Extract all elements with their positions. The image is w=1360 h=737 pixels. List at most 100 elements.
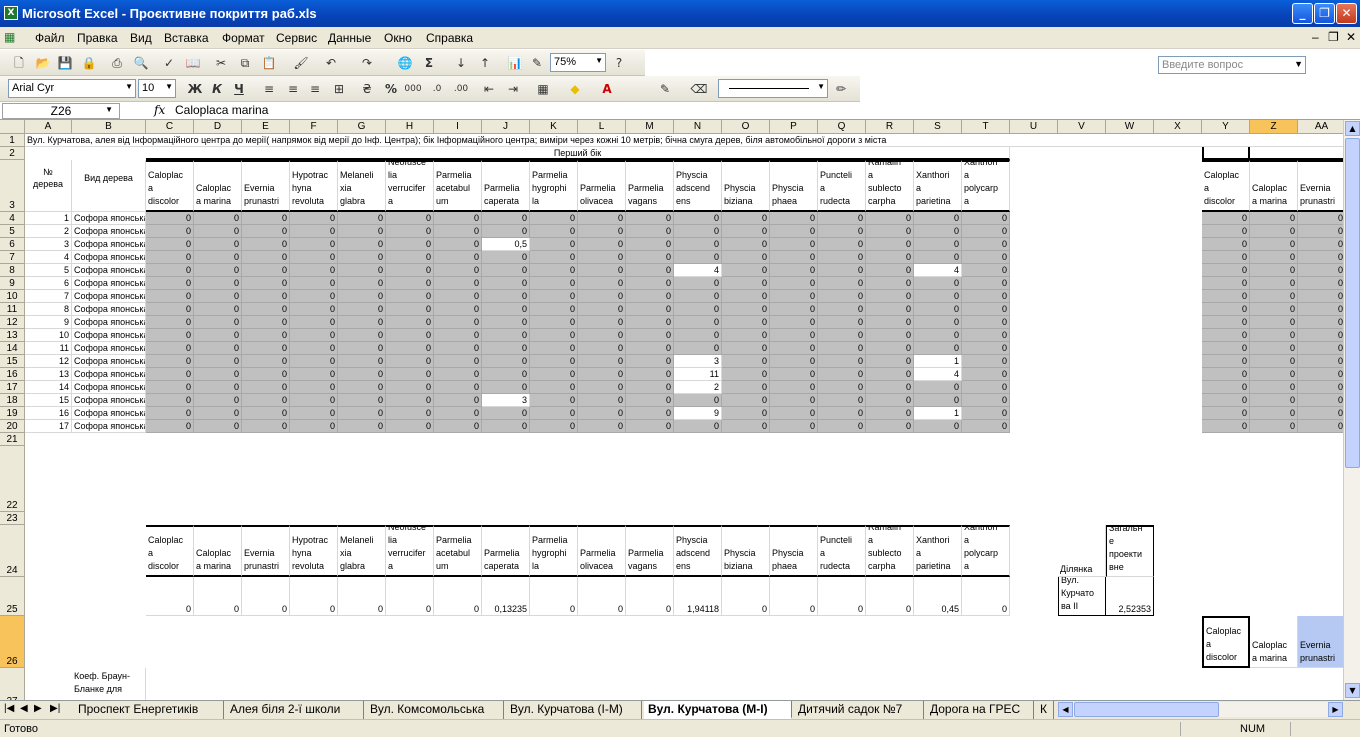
value-cell[interactable]: 0 xyxy=(818,355,866,368)
empty-cell[interactable] xyxy=(1250,147,1343,160)
value-cell[interactable]: 0 xyxy=(1298,368,1343,381)
value-cell[interactable]: 0 xyxy=(434,290,482,303)
value-cell[interactable]: 0 xyxy=(290,290,338,303)
value-cell[interactable]: 0 xyxy=(722,329,770,342)
value-cell[interactable]: 0 xyxy=(626,251,674,264)
value-cell[interactable]: 0 xyxy=(482,290,530,303)
horizontal-scroll-thumb[interactable] xyxy=(1074,702,1219,717)
species-header-cell[interactable]: Parmelia caperata xyxy=(482,525,530,577)
value-cell[interactable]: 0 xyxy=(674,238,722,251)
menu-help[interactable]: Справка xyxy=(426,31,473,45)
value-cell[interactable]: 0 xyxy=(866,264,914,277)
save-icon[interactable]: 💾 xyxy=(56,54,74,72)
value-cell[interactable]: 0 xyxy=(290,368,338,381)
underline-button[interactable]: Ч xyxy=(230,80,248,98)
value-cell[interactable]: 0 xyxy=(914,290,962,303)
value-cell[interactable]: 0 xyxy=(1202,329,1250,342)
value-cell[interactable]: 0 xyxy=(866,277,914,290)
row-header[interactable]: 3 xyxy=(0,160,25,212)
value-cell[interactable]: 3 xyxy=(674,355,722,368)
value-cell[interactable]: 0 xyxy=(1250,355,1298,368)
total-cover-header-cell[interactable]: Загальн е проекти вне xyxy=(1106,525,1154,577)
value-cell[interactable]: 0 xyxy=(866,290,914,303)
value-cell[interactable]: 0 xyxy=(194,420,242,433)
value-cell[interactable]: 0 xyxy=(914,277,962,290)
tree-number-cell[interactable]: 12 xyxy=(25,355,72,368)
value-cell[interactable]: 0 xyxy=(722,290,770,303)
line-color-icon[interactable]: ✏ xyxy=(832,80,850,98)
value-cell[interactable]: 0 xyxy=(962,212,1010,225)
eraser-icon[interactable]: ⌫ xyxy=(690,80,708,98)
column-header[interactable]: V xyxy=(1058,120,1106,134)
value-cell[interactable]: 0 xyxy=(290,212,338,225)
sheet-tab[interactable]: Дитячий садок №7 xyxy=(794,701,924,719)
undo-icon[interactable]: ↶ xyxy=(322,54,340,72)
average-value-cell[interactable]: 0 xyxy=(194,577,242,616)
value-cell[interactable]: 0 xyxy=(1250,329,1298,342)
value-cell[interactable]: 0 xyxy=(338,368,386,381)
value-cell[interactable]: 0 xyxy=(914,329,962,342)
value-cell[interactable]: 0 xyxy=(818,290,866,303)
value-cell[interactable]: 0 xyxy=(962,329,1010,342)
row-header[interactable]: 20 xyxy=(0,420,25,433)
species-header-cell[interactable]: Physcia adscend ens xyxy=(674,160,722,212)
value-cell[interactable]: 9 xyxy=(674,407,722,420)
vertical-scroll-thumb[interactable] xyxy=(1345,138,1360,468)
species-header-cell[interactable]: Caloplac a marina xyxy=(1250,160,1298,212)
value-cell[interactable]: 0 xyxy=(722,420,770,433)
sheet-tab[interactable]: Проспект Енергетиків xyxy=(74,701,224,719)
value-cell[interactable]: 0 xyxy=(1250,381,1298,394)
column-header[interactable]: AA xyxy=(1298,120,1343,134)
value-cell[interactable]: 0 xyxy=(1298,329,1343,342)
value-cell[interactable]: 0 xyxy=(1298,290,1343,303)
value-cell[interactable]: 0 xyxy=(146,368,194,381)
species-header-cell[interactable]: Parmelia caperata xyxy=(482,160,530,212)
value-cell[interactable]: 0 xyxy=(674,316,722,329)
value-cell[interactable]: 0 xyxy=(434,277,482,290)
value-cell[interactable]: 0 xyxy=(338,355,386,368)
paste-icon[interactable]: 📋 xyxy=(260,54,278,72)
value-cell[interactable]: 0 xyxy=(722,342,770,355)
question-input[interactable]: Введите вопрос ▼ xyxy=(1158,56,1306,74)
help-icon[interactable]: ? xyxy=(610,54,628,72)
species-header-cell[interactable]: Puncteli a rudecta xyxy=(818,160,866,212)
value-cell[interactable]: 0 xyxy=(770,407,818,420)
value-cell[interactable]: 0 xyxy=(818,381,866,394)
value-cell[interactable]: 0 xyxy=(866,316,914,329)
value-cell[interactable]: 0 xyxy=(770,420,818,433)
decrease-decimal-icon[interactable]: .00 xyxy=(452,80,470,98)
value-cell[interactable]: 11 xyxy=(674,368,722,381)
value-cell[interactable]: 0 xyxy=(866,394,914,407)
scroll-down-icon[interactable]: ▼ xyxy=(1345,683,1360,698)
menu-view[interactable]: Вид xyxy=(130,31,152,45)
value-cell[interactable]: 0 xyxy=(626,342,674,355)
value-cell[interactable]: 0 xyxy=(818,264,866,277)
row-header[interactable]: 9 xyxy=(0,277,25,290)
average-value-cell[interactable]: 0 xyxy=(338,577,386,616)
value-cell[interactable]: 0 xyxy=(1250,368,1298,381)
value-cell[interactable]: 0 xyxy=(242,238,290,251)
value-cell[interactable]: 0 xyxy=(818,342,866,355)
value-cell[interactable]: 0 xyxy=(338,342,386,355)
species-header-cell[interactable]: Hypotrac hyna revoluta xyxy=(290,525,338,577)
value-cell[interactable]: 0 xyxy=(818,277,866,290)
close-button[interactable]: ✕ xyxy=(1336,3,1357,24)
fill-color-icon[interactable]: ◆ xyxy=(566,80,584,98)
value-cell[interactable]: 2 xyxy=(674,381,722,394)
value-cell[interactable]: 0 xyxy=(242,225,290,238)
value-cell[interactable]: 0 xyxy=(962,290,1010,303)
column-header[interactable]: E xyxy=(242,120,290,134)
value-cell[interactable]: 0 xyxy=(242,251,290,264)
value-cell[interactable]: 0 xyxy=(1202,368,1250,381)
value-cell[interactable]: 0 xyxy=(914,303,962,316)
species-header-cell[interactable]: Physcia phaea xyxy=(770,525,818,577)
sheet-tab[interactable]: Алея біля 2-ї школи xyxy=(226,701,364,719)
tree-number-cell[interactable]: 6 xyxy=(25,277,72,290)
value-cell[interactable]: 0 xyxy=(146,394,194,407)
average-value-cell[interactable]: 0 xyxy=(386,577,434,616)
value-cell[interactable]: 0 xyxy=(578,329,626,342)
value-cell[interactable]: 0 xyxy=(194,394,242,407)
column-header[interactable]: K xyxy=(530,120,578,134)
column-header[interactable]: A xyxy=(25,120,72,134)
value-cell[interactable]: 0 xyxy=(146,303,194,316)
